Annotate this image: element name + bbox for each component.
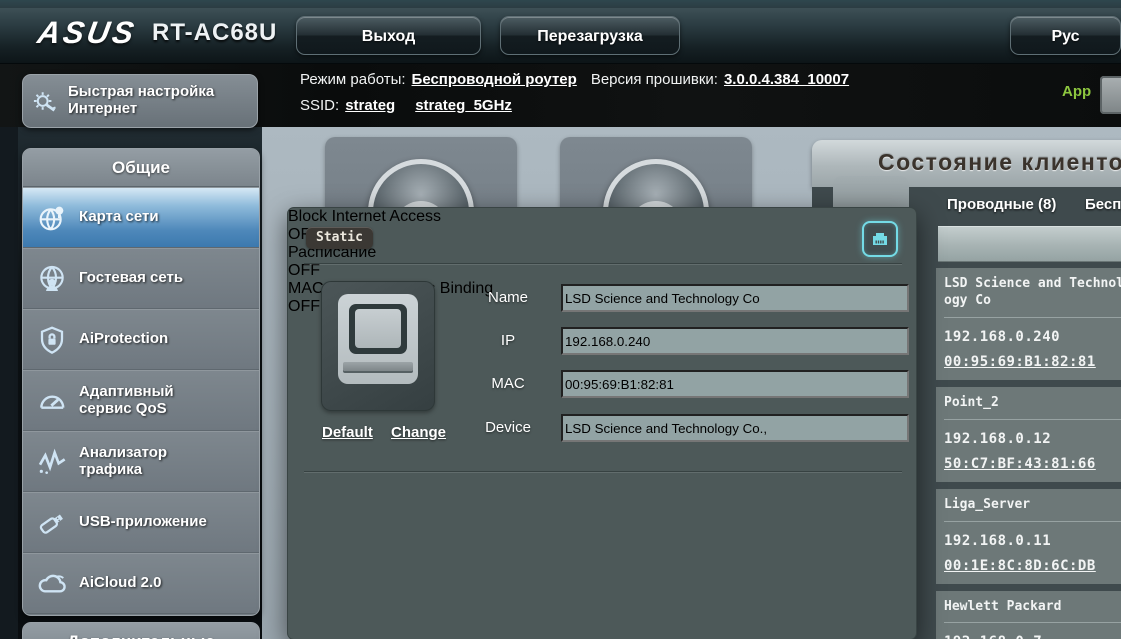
divider (944, 622, 1121, 623)
firmware-line: Режим работы: Беспроводной роутер Версия п… (300, 71, 863, 88)
block-internet-row: Block Internet Access OFF (288, 208, 916, 244)
client-ip: 192.168.0.12 (944, 431, 1121, 447)
toggle-state: OFF (288, 226, 916, 244)
mac-input[interactable] (561, 370, 909, 398)
client-name: Hewlett Packard (944, 599, 1121, 616)
client-list-item[interactable]: Liga_Server 192.168.0.11 00:1E:8C:8D:6C:… (936, 489, 1121, 584)
sidebar-group-advanced-title: Дополнительные (23, 623, 259, 639)
schedule-row: Расписание OFF (288, 244, 916, 280)
sidebar-item-label: AiProtection (79, 331, 168, 348)
client-mac-link[interactable]: 00:95:69:B1:82:81 (944, 354, 1121, 370)
guest-network-icon (36, 263, 68, 295)
sidebar-item-label: Анализатор трафика (79, 445, 229, 479)
sidebar-item-label: Гостевая сеть (79, 270, 183, 287)
language-button[interactable]: Рус (1010, 16, 1121, 55)
ip-input[interactable] (561, 327, 909, 355)
client-name: LSD Science and Technology Co (944, 276, 1121, 310)
quick-setup-gear-icon (31, 84, 59, 118)
client-name: Point_2 (944, 395, 1121, 412)
client-mac-link[interactable]: 50:C7:BF:43:81:66 (944, 456, 1121, 472)
device-field-label: Device (463, 419, 553, 436)
asus-logo: ASUS (35, 15, 139, 51)
ssid-link-5ghz[interactable]: strateg_5GHz (415, 97, 512, 114)
divider (944, 521, 1121, 522)
name-input[interactable] (561, 284, 909, 312)
client-name: Liga_Server (944, 497, 1121, 514)
reboot-button[interactable]: Перезагрузка (500, 16, 680, 55)
default-image-link[interactable]: Default (322, 424, 373, 441)
client-list: LSD Science and Technology Co 192.168.0.… (936, 268, 1121, 639)
firmware-label: Версия прошивки: (591, 71, 718, 88)
static-badge: Static (306, 227, 373, 249)
change-image-link[interactable]: Change (391, 424, 446, 441)
device-input[interactable] (561, 414, 909, 442)
client-mac-link[interactable]: 00:1E:8C:8D:6C:DB (944, 558, 1121, 574)
device-image-links: Default Change (322, 424, 460, 441)
operation-mode-link[interactable]: Беспроводной роутер (412, 71, 577, 88)
sidebar-group-general: Общие Карта сети Гостевая сеть (22, 148, 260, 616)
tab-wireless-clients[interactable]: Беспроводные (1085, 196, 1121, 213)
ssid-label: SSID: (300, 97, 339, 114)
sidebar-item-traffic-analyzer[interactable]: Анализатор трафика (23, 431, 259, 492)
client-ip: 192.168.0.11 (944, 533, 1121, 549)
mac-field-label: MAC (463, 375, 553, 392)
gauge-icon (36, 385, 68, 417)
sidebar-item-usb-application[interactable]: USB-приложение (23, 492, 259, 553)
client-ip: 192.168.0.7 (944, 634, 1121, 639)
sidebar-item-guest-network[interactable]: Гостевая сеть (23, 248, 259, 309)
client-list-header-band[interactable] (938, 226, 1121, 262)
client-ip: 192.168.0.240 (944, 329, 1121, 345)
client-detail-popup: Static Default Change Name IP MA (287, 207, 917, 639)
app-label: App (1062, 83, 1091, 100)
ethernet-interface-button[interactable] (862, 221, 898, 257)
firmware-version-link[interactable]: 3.0.0.4.384_10007 (724, 71, 849, 88)
client-status-title: Состояние клиентов (878, 149, 1121, 176)
sidebar-item-label: Карта сети (79, 209, 159, 226)
router-admin-page: ASUS RT-AC68U Выход Перезагрузка Рус Реж… (0, 0, 1121, 639)
router-model: RT-AC68U (152, 19, 277, 47)
ethernet-port-icon (870, 229, 890, 249)
sidebar-item-label: AiCloud 2.0 (79, 575, 162, 592)
schedule-toggle[interactable]: OFF (288, 262, 916, 280)
sidebar-item-network-map[interactable]: Карта сети (23, 187, 259, 248)
ssid-line: SSID: strateg strateg_5GHz (300, 97, 526, 114)
app-qr-icon[interactable] (1100, 76, 1121, 114)
sidebar-item-label: USB-приложение (79, 514, 207, 531)
schedule-label: Расписание (288, 244, 916, 262)
sidebar-item-quick-setup[interactable]: Быстрая настройка Интернет (22, 74, 258, 128)
panel-tab-stub (833, 176, 909, 210)
ssid-link-24ghz[interactable]: strateg (345, 97, 395, 114)
ip-field-label: IP (463, 332, 553, 349)
divider (304, 263, 902, 264)
traffic-wave-icon (36, 446, 68, 478)
top-bar: ASUS RT-AC68U Выход Перезагрузка Рус (0, 0, 1121, 64)
network-map-icon (36, 202, 68, 234)
name-field-label: Name (463, 289, 553, 306)
shield-lock-icon (36, 324, 68, 356)
quick-setup-label: Быстрая настройка Интернет (68, 84, 249, 118)
divider (304, 471, 902, 472)
cloud-icon (36, 568, 68, 600)
client-list-item[interactable]: LSD Science and Technology Co 192.168.0.… (936, 268, 1121, 380)
sidebar-item-aicloud[interactable]: AiCloud 2.0 (23, 553, 259, 614)
divider (944, 317, 1121, 318)
sidebar-item-adaptive-qos[interactable]: Адаптивный сервис QoS (23, 370, 259, 431)
block-internet-label: Block Internet Access (288, 208, 916, 226)
client-device-image (321, 281, 435, 411)
sidebar-group-general-title: Общие (23, 149, 259, 187)
tab-wired-clients[interactable]: Проводные (8) (947, 196, 1056, 213)
sidebar-group-advanced: Дополнительные (22, 622, 260, 639)
divider (944, 419, 1121, 420)
client-list-item[interactable]: Point_2 192.168.0.12 50:C7:BF:43:81:66 (936, 387, 1121, 482)
computer-icon (338, 294, 418, 384)
logout-button[interactable]: Выход (296, 16, 481, 55)
sidebar-item-label: Адаптивный сервис QoS (79, 384, 229, 418)
block-internet-toggle[interactable]: OFF (288, 226, 916, 244)
usb-drive-icon (36, 507, 68, 539)
mode-label: Режим работы: (300, 71, 406, 88)
sidebar-item-aiprotection[interactable]: AiProtection (23, 309, 259, 370)
client-list-item[interactable]: Hewlett Packard 192.168.0.7 (936, 591, 1121, 639)
toggle-state: OFF (288, 262, 916, 280)
